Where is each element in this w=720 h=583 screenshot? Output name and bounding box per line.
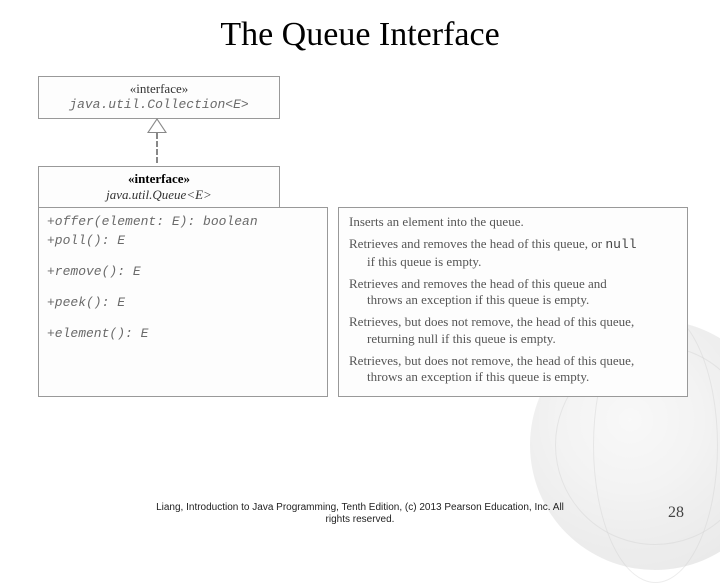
queue-stereotype: «interface» [47, 171, 271, 187]
desc-poll-b: if this queue is empty. [349, 254, 677, 270]
desc-remove-b: throws an exception if this queue is emp… [349, 292, 677, 308]
collection-interface-box: «interface» java.util.Collection<E> [38, 76, 280, 119]
methods-compartment: +offer(element: E): boolean +poll(): E +… [38, 207, 328, 397]
method-poll: +poll(): E [47, 233, 319, 250]
arrow-line [156, 133, 158, 163]
method-peek: +peek(): E [47, 295, 319, 312]
desc-peek-b: returning null if this queue is empty. [349, 331, 677, 347]
desc-element-b: throws an exception if this queue is emp… [349, 369, 677, 385]
desc-remove-a: Retrieves and removes the head of this q… [349, 276, 607, 291]
queue-interface-box: «interface» java.util.Queue<E> [38, 166, 280, 209]
method-remove: +remove(): E [47, 264, 319, 281]
collection-classname: java.util.Collection<E> [47, 97, 271, 113]
desc-peek: Retrieves, but does not remove, the head… [349, 314, 677, 347]
desc-offer: Inserts an element into the queue. [349, 214, 677, 230]
footer-copyright: Liang, Introduction to Java Programming,… [0, 502, 720, 526]
slide: The Queue Interface «interface» java.uti… [0, 0, 720, 540]
footer-line2: rights reserved. [326, 514, 395, 525]
queue-classname: java.util.Queue<E> [47, 187, 271, 203]
method-element: +element(): E [47, 326, 319, 343]
desc-poll-a: Retrieves and removes the head of this q… [349, 236, 605, 251]
desc-peek-a: Retrieves, but does not remove, the head… [349, 314, 634, 329]
descriptions-compartment: Inserts an element into the queue. Retri… [338, 207, 688, 397]
generalization-arrow [142, 118, 172, 166]
collection-stereotype: «interface» [47, 81, 271, 97]
desc-element: Retrieves, but does not remove, the head… [349, 353, 677, 386]
slide-title: The Queue Interface [0, 16, 720, 54]
arrow-head-icon [147, 118, 167, 133]
desc-remove: Retrieves and removes the head of this q… [349, 276, 677, 309]
desc-poll: Retrieves and removes the head of this q… [349, 236, 677, 270]
footer-line1: Liang, Introduction to Java Programming,… [156, 502, 564, 513]
page-number: 28 [668, 504, 684, 522]
desc-element-a: Retrieves, but does not remove, the head… [349, 353, 634, 368]
desc-poll-null: null [605, 237, 636, 252]
method-offer: +offer(element: E): boolean [47, 214, 319, 231]
